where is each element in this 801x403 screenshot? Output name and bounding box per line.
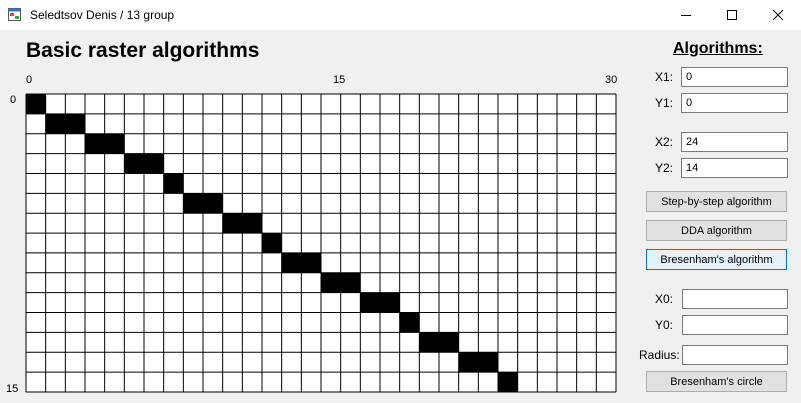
filled-pixel bbox=[419, 332, 439, 353]
bresenham-circle-button[interactable]: Bresenham's circle bbox=[646, 371, 787, 392]
filled-pixel bbox=[399, 312, 420, 333]
radius-label: Radius: bbox=[639, 348, 680, 362]
filled-pixel bbox=[85, 133, 105, 154]
y0-field[interactable] bbox=[682, 315, 788, 335]
filled-pixel bbox=[183, 193, 203, 214]
bresenham-button[interactable]: Bresenham's algorithm bbox=[646, 249, 787, 270]
filled-pixel bbox=[203, 193, 223, 214]
filled-pixel bbox=[222, 213, 243, 234]
filled-pixel bbox=[104, 133, 125, 154]
filled-pixel bbox=[498, 372, 518, 392]
x0-label: X0: bbox=[655, 292, 674, 306]
filled-pixel bbox=[26, 94, 46, 114]
x0-field[interactable] bbox=[682, 289, 788, 309]
y2-label: Y2: bbox=[655, 161, 674, 175]
filled-pixel bbox=[301, 252, 321, 273]
x2-field[interactable] bbox=[681, 132, 788, 152]
y0-label: Y0: bbox=[655, 318, 674, 332]
radius-field[interactable] bbox=[682, 345, 788, 365]
filled-pixel bbox=[163, 173, 184, 194]
filled-pixel bbox=[124, 153, 144, 174]
x2-label: X2: bbox=[655, 135, 674, 149]
dda-button[interactable]: DDA algorithm bbox=[646, 220, 787, 241]
filled-pixel bbox=[478, 352, 498, 373]
y1-field[interactable] bbox=[681, 93, 788, 113]
y2-field[interactable] bbox=[681, 158, 788, 178]
filled-pixel bbox=[360, 292, 380, 313]
y1-label: Y1: bbox=[655, 96, 674, 110]
filled-pixel bbox=[242, 213, 262, 234]
algorithms-title: Algorithms: bbox=[673, 40, 763, 57]
filled-pixel bbox=[380, 292, 400, 313]
step-by-step-button[interactable]: Step-by-step algorithm bbox=[646, 191, 787, 212]
filled-pixel bbox=[45, 113, 66, 134]
x1-label: X1: bbox=[655, 70, 674, 84]
filled-pixel bbox=[321, 272, 341, 293]
filled-pixel bbox=[262, 233, 282, 253]
filled-pixel bbox=[340, 272, 361, 293]
filled-pixel bbox=[439, 332, 459, 353]
x1-field[interactable] bbox=[681, 67, 788, 87]
filled-pixel bbox=[458, 352, 479, 373]
filled-pixel bbox=[281, 252, 302, 273]
filled-pixel bbox=[144, 153, 164, 174]
filled-pixel bbox=[65, 113, 85, 134]
